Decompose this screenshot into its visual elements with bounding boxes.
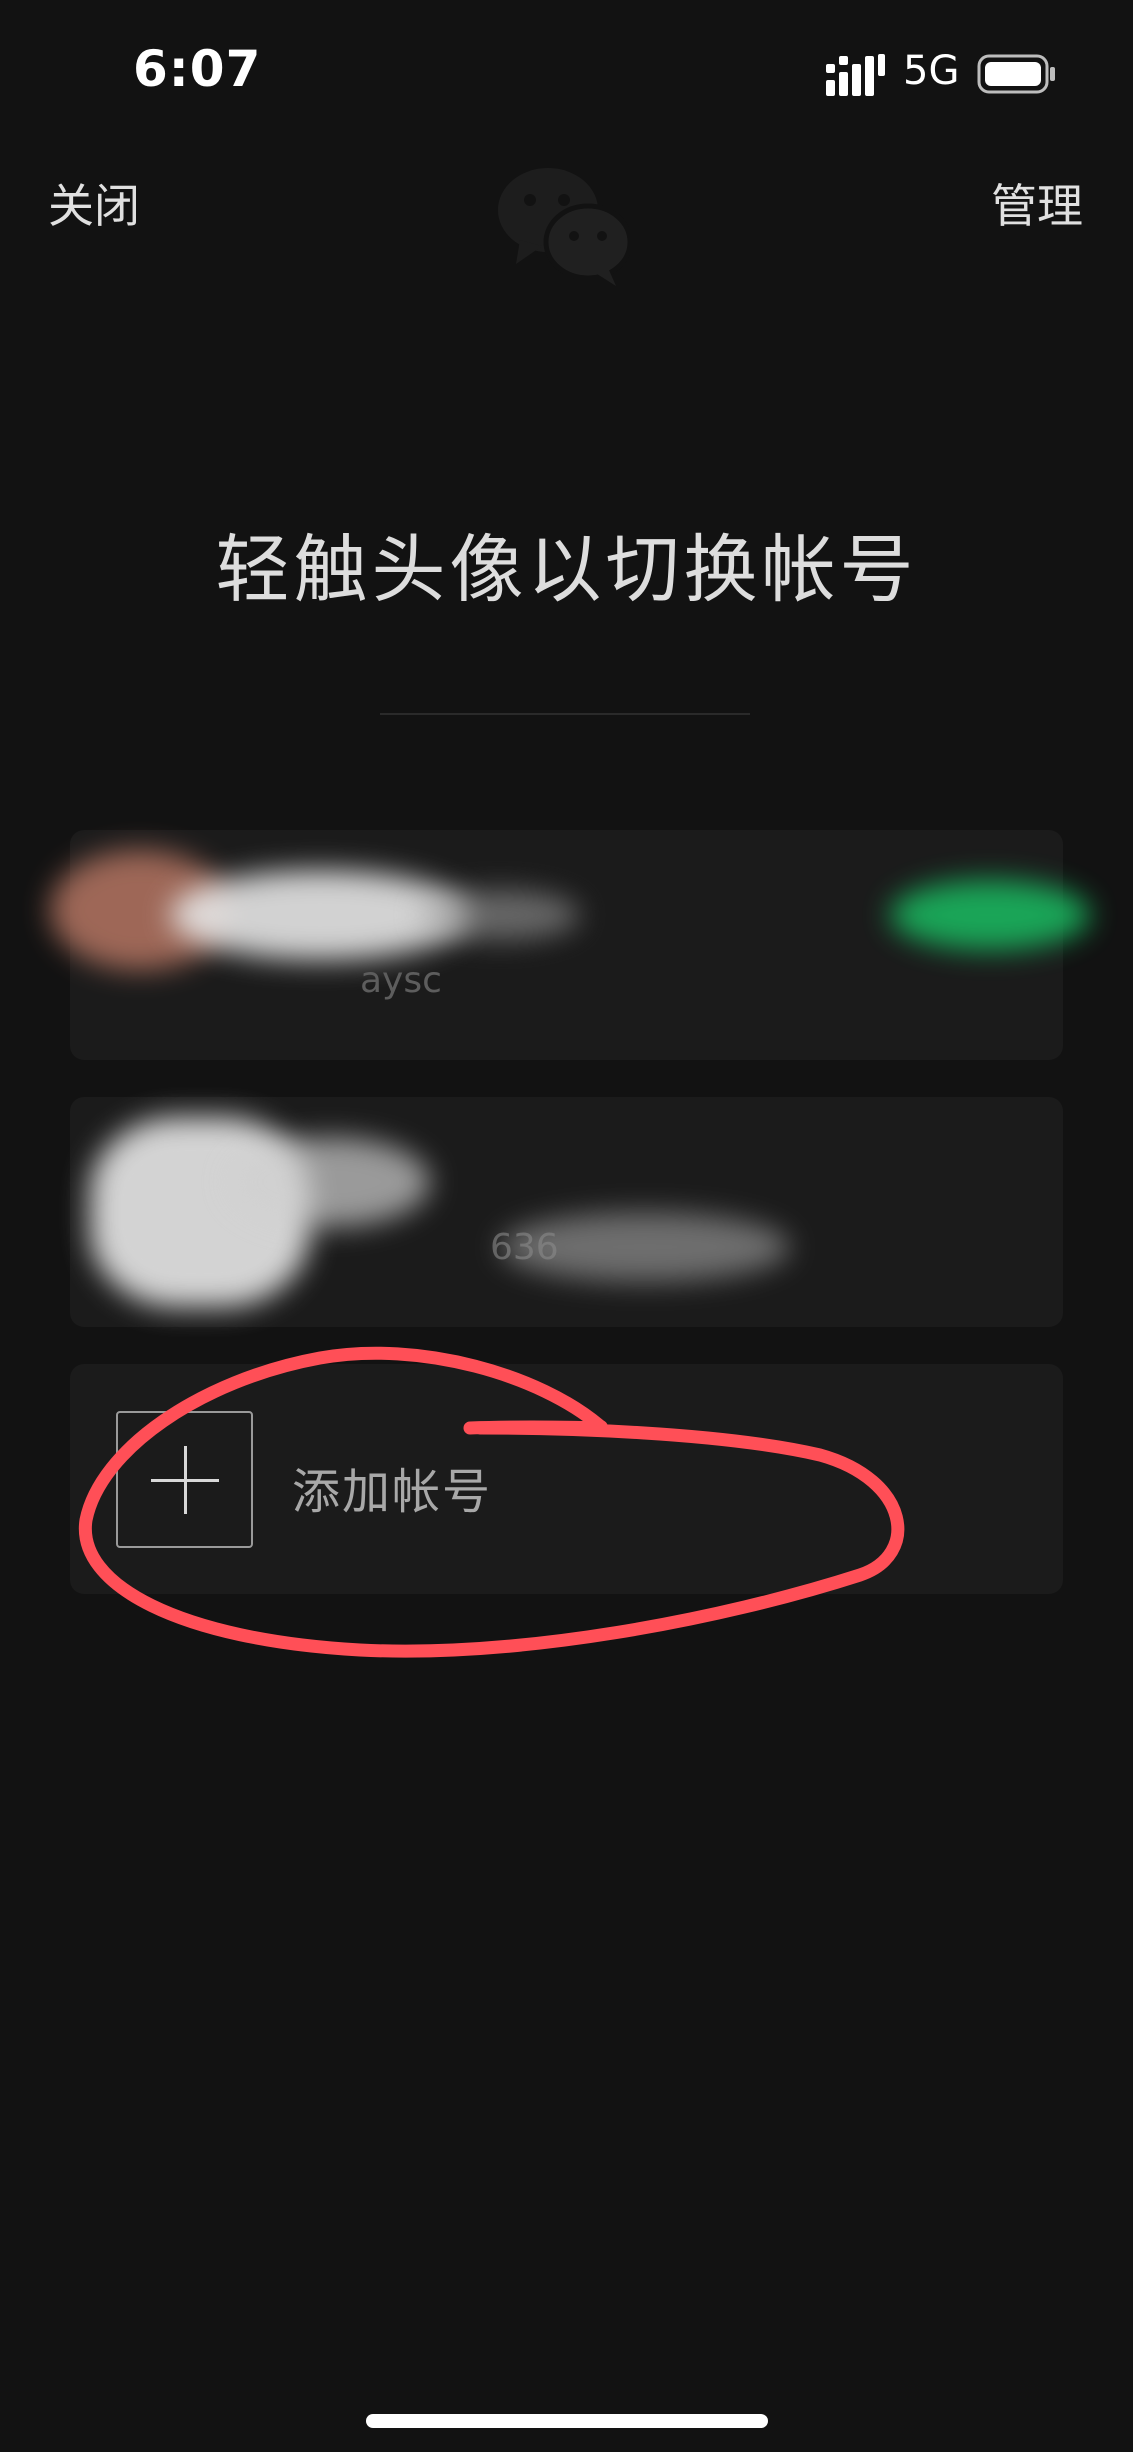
close-button[interactable]: 关闭: [48, 170, 140, 236]
current-status-mark: [890, 880, 1090, 950]
battery-icon: [977, 54, 1055, 94]
redacted-name: [230, 1137, 430, 1227]
manage-button[interactable]: 管理: [991, 170, 1083, 236]
add-account-button[interactable]: 添加帐号: [70, 1364, 1063, 1594]
network-type: 5G: [903, 48, 960, 94]
account-card-2[interactable]: 636: [70, 1097, 1063, 1327]
add-account-label: 添加帐号: [292, 1464, 493, 1520]
account-card-1[interactable]: aysc: [50, 830, 1090, 1060]
wechat-logo-icon: [498, 168, 633, 286]
page-title: 轻触头像以切换帐号: [215, 527, 918, 613]
account-id-hint: aysc: [360, 960, 442, 1001]
status-time: 6:07: [133, 40, 262, 98]
redacted-id: [500, 1212, 790, 1282]
signal-bars-icon: [826, 54, 885, 96]
home-indicator: [366, 2414, 768, 2428]
plus-icon: [116, 1411, 253, 1548]
redacted-name-tail: [420, 890, 580, 940]
divider: [380, 713, 750, 715]
